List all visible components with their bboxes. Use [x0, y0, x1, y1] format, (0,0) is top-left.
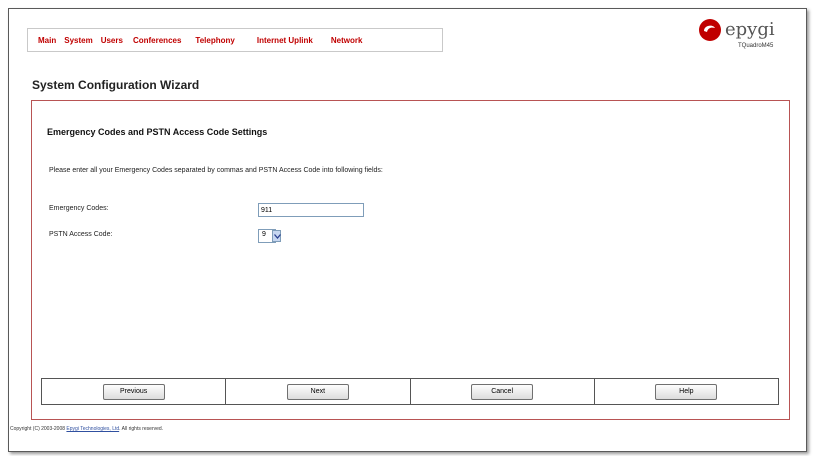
button-cell-next: Next	[226, 379, 411, 404]
emergency-codes-input[interactable]	[258, 203, 364, 217]
wizard-button-bar: Previous Next Cancel Help	[41, 378, 779, 405]
button-cell-help: Help	[595, 379, 778, 404]
nav-item-internet-uplink[interactable]: Internet Uplink	[257, 36, 313, 45]
logo-wordmark: epygi	[725, 19, 775, 40]
copyright-footer: Copyright (C) 2003-2008 Epygi Technologi…	[10, 426, 163, 432]
logo-swirl-icon	[699, 19, 721, 41]
chevron-down-icon[interactable]	[272, 230, 281, 242]
next-button[interactable]: Next	[286, 383, 349, 400]
instructions-text: Please enter all your Emergency Codes se…	[49, 167, 383, 174]
wizard-panel: Emergency Codes and PSTN Access Code Set…	[31, 100, 790, 420]
previous-button[interactable]: Previous	[102, 383, 165, 400]
help-button[interactable]: Help	[655, 383, 718, 400]
company-link[interactable]: Epygi Technologies, Ltd	[66, 426, 119, 432]
emergency-codes-label: Emergency Codes:	[49, 205, 109, 212]
nav-item-main[interactable]: Main	[38, 36, 56, 45]
nav-item-system[interactable]: System	[64, 36, 92, 45]
copyright-text: Copyright (C) 2003-2008	[10, 426, 67, 432]
nav-item-conferences[interactable]: Conferences	[133, 36, 181, 45]
nav-item-telephony[interactable]: Telephony	[195, 36, 234, 45]
pstn-access-code-select[interactable]: 9	[258, 229, 281, 243]
pstn-access-code-value: 9	[262, 231, 266, 238]
top-navigation: Main System Users Conferences Telephony …	[27, 28, 443, 52]
rights-text: . All rights reserved.	[119, 426, 164, 432]
section-title: Emergency Codes and PSTN Access Code Set…	[47, 127, 268, 137]
pstn-access-code-label: PSTN Access Code:	[49, 231, 113, 238]
button-cell-previous: Previous	[42, 379, 227, 404]
button-cell-cancel: Cancel	[411, 379, 595, 404]
cancel-button[interactable]: Cancel	[471, 383, 534, 400]
page-title: System Configuration Wizard	[32, 78, 200, 92]
epygi-logo: epygi TQuadroM45	[697, 18, 797, 58]
nav-item-users[interactable]: Users	[101, 36, 123, 45]
nav-item-network[interactable]: Network	[331, 36, 363, 45]
device-model: TQuadroM45	[738, 43, 774, 49]
